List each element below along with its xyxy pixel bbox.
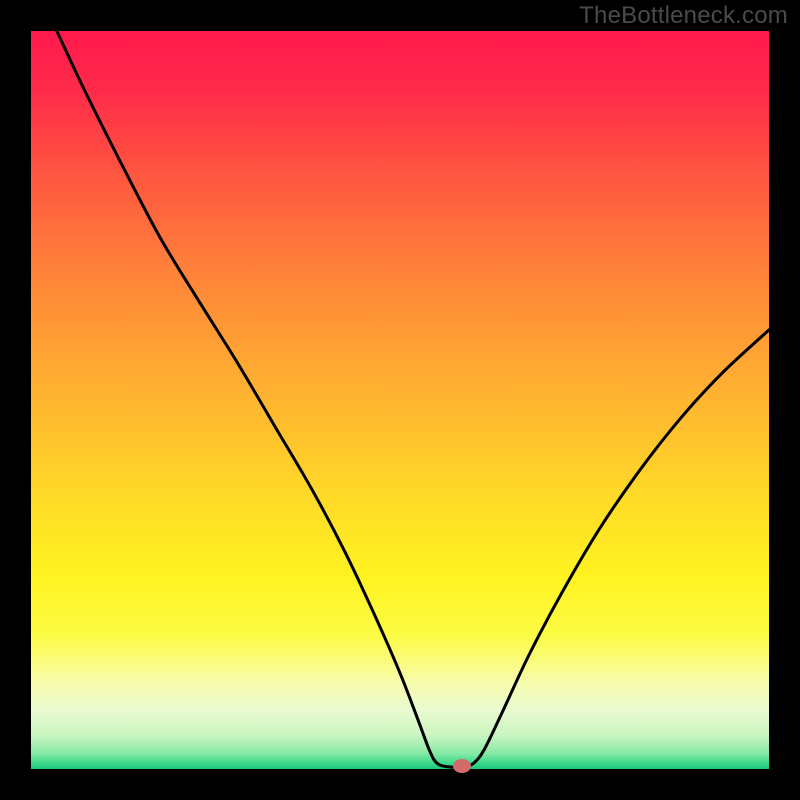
chart-container: TheBottleneck.com bbox=[0, 0, 800, 800]
minimum-marker bbox=[453, 759, 471, 773]
watermark-text: TheBottleneck.com bbox=[579, 2, 788, 30]
chart-svg bbox=[0, 0, 800, 800]
plot-background bbox=[31, 31, 769, 769]
